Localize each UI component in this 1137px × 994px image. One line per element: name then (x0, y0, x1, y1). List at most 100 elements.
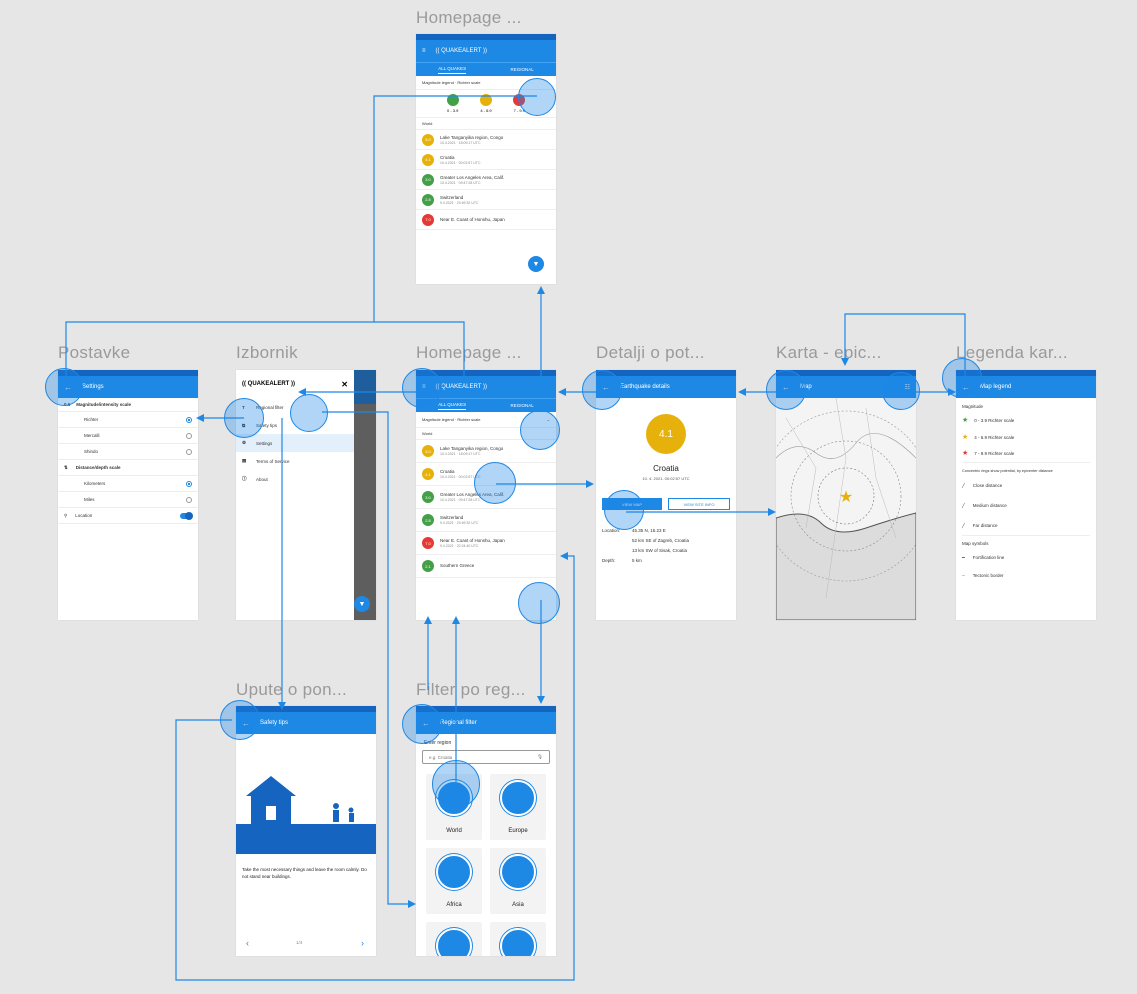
settings-screen: ← Settings 0.6 Magnitude/intensity scale … (58, 370, 198, 620)
quake-time: 9.4.2021 · 23:49:32 UTC (440, 521, 479, 525)
frame-title-karta: Karta - epic... (776, 343, 882, 362)
radio-unchecked[interactable] (186, 496, 192, 503)
house-door (266, 806, 276, 820)
tab-all-quakes[interactable]: ALL QUAKES (438, 402, 467, 410)
close-icon[interactable]: ✕ (341, 380, 348, 389)
radio-unchecked[interactable] (186, 448, 192, 455)
option-label: Richter (84, 417, 99, 422)
option-label: Mercalli (84, 433, 100, 438)
filter-fab[interactable]: ▼ (528, 256, 544, 272)
europe-globe-icon (500, 780, 536, 816)
hotspot-map-legend[interactable] (882, 372, 920, 410)
hotspot-menu-filter[interactable] (290, 394, 328, 432)
next-arrow-icon[interactable]: › (361, 938, 364, 948)
quake-row[interactable]: 4.1 Croatia 10.4.2021 · 00:02:57 UTC (416, 150, 556, 170)
region-tile-more[interactable] (490, 922, 546, 956)
hotspot-settings-back[interactable] (45, 368, 83, 406)
quake-row[interactable]: 5.0 Lake Tanganyika region, Congo 10.4.2… (416, 130, 556, 150)
legend-ring-medium: ╱ Medium distance (962, 496, 1090, 516)
hotspot-region-world[interactable] (432, 760, 480, 808)
menu-icon[interactable]: ≡ (422, 48, 426, 54)
option-kilometers[interactable]: Kilometers (58, 476, 198, 492)
quake-place: Southern Greece (440, 563, 475, 568)
filter-screen: ← Regional filter Enter region e.g. Croa… (416, 706, 556, 956)
depth-label: Depth: (602, 558, 616, 563)
option-miles[interactable]: Miles (58, 492, 198, 508)
hotspot-map-back[interactable] (766, 370, 806, 410)
legend-mag-label: 0 - 3.9 Richter scale (974, 417, 1015, 423)
drawer-header: (( QUAKEALERT )) ✕ (236, 370, 354, 398)
quake-text: Switzerland 9.4.2021 · 23:49:32 UTC (440, 515, 479, 525)
region-tile-africa[interactable]: Africa (426, 848, 482, 914)
safety-screen: ← Safety tips Take the most necessary th… (236, 706, 376, 956)
tab-regional[interactable]: REGIONAL (511, 403, 534, 408)
magnitude-scale-label: Magnitude/intensity scale (76, 402, 132, 407)
magnitude-legend-label: Magnitude legend · Richter scale (422, 417, 481, 422)
region-tile-more[interactable] (426, 922, 482, 956)
hotspot-legend-collapse[interactable] (518, 78, 556, 116)
location-toggle[interactable] (180, 511, 193, 520)
tab-regional[interactable]: REGIONAL (511, 67, 534, 72)
filter-fab: ▼ (354, 596, 370, 612)
hotspot-legend-expand[interactable] (520, 410, 560, 450)
radio-checked[interactable] (186, 480, 192, 487)
quake-row[interactable]: 7.0 Near E. Coast of Honshu, Japan (416, 210, 556, 230)
symbols-heading: Map symbols (962, 541, 989, 546)
option-mercalli[interactable]: Mercalli (58, 428, 198, 444)
hotspot-legend-back[interactable] (942, 358, 982, 398)
legend-sym-1: ━ Fortification line (962, 549, 1090, 567)
hotspot-filter-back[interactable] (402, 704, 442, 744)
quake-row[interactable]: 2.8 Switzerland 9.4.2021 · 23:49:32 UTC (416, 190, 556, 210)
appbar-behind (354, 370, 376, 404)
region-search-input[interactable]: e.g. Croatia 🎙 (422, 750, 550, 764)
hotspot-menu-settings[interactable] (224, 398, 264, 438)
hotspot-quake-croatia[interactable] (474, 462, 516, 504)
menu-item[interactable]: ▤ Terms of Service (236, 452, 354, 470)
frame-title-homepage-top: Homepage ... (416, 8, 522, 27)
location-row[interactable]: ⚲ Location (58, 508, 198, 524)
radio-unchecked[interactable] (186, 432, 192, 439)
view-info-button[interactable]: VIEW SITE INFO (668, 498, 730, 510)
quake-text: Croatia 10.4.2021 · 00:02:57 UTC (440, 155, 480, 165)
hotspot-safety-back[interactable] (220, 700, 260, 740)
terms-icon: ▤ (242, 458, 247, 463)
legend-mag-label: 4 - 6.9 Richter scale (974, 434, 1015, 440)
quake-text: Near E. Coast of Honshu, Japan 9.4.2021 … (440, 538, 505, 548)
radio-checked[interactable] (186, 416, 192, 423)
quake-row[interactable]: 2.1 Southern Greece (416, 555, 556, 578)
menu-item[interactable]: ⚙ Settings (236, 434, 354, 452)
region-tile-europe[interactable]: Europe (490, 774, 546, 840)
quake-row[interactable]: 2.8 Switzerland 9.4.2021 · 23:49:32 UTC (416, 509, 556, 532)
line-icon: ╱ (962, 483, 965, 488)
map-view[interactable]: ★ (776, 398, 916, 620)
menu-item[interactable]: ⓘ About (236, 470, 354, 488)
symbol-label: Fortification line (972, 555, 1005, 560)
hotspot-filter-fab[interactable] (518, 582, 560, 624)
hotspot-open-menu[interactable] (402, 368, 442, 408)
option-richter[interactable]: Richter (58, 412, 198, 428)
prev-arrow-icon[interactable]: ‹ (246, 938, 249, 948)
region-label: World (446, 828, 462, 834)
quake-row[interactable]: 3.0 Greater Los Angeles Area, Calif. 10.… (416, 170, 556, 190)
location-line: 52 km SE of Zagreb, Croatia (632, 538, 690, 543)
map-border (776, 433, 916, 459)
quake-row[interactable]: 7.0 Near E. Coast of Honshu, Japan 9.4.2… (416, 532, 556, 555)
green-dot-icon (446, 94, 459, 106)
region-tile-asia[interactable]: Asia (490, 848, 546, 914)
option-shindo[interactable]: Shindo (58, 444, 198, 460)
scrim-area[interactable] (354, 370, 376, 620)
legend-content: Magnitude ★ 0 - 3.9 Richter scale ★ 4 - 6.… (956, 398, 1096, 589)
ground (236, 824, 376, 854)
magnitude-badge: 7.0 (422, 537, 434, 549)
settings-title: Settings (82, 384, 104, 390)
hotspot-details-back[interactable] (582, 370, 622, 410)
menu-item-label: About (256, 476, 268, 482)
app-logo: (( QUAKEALERT )) (435, 384, 487, 390)
dashed-line-icon: ┄ (962, 573, 965, 578)
line-icon: ╱ (962, 522, 965, 528)
hotspot-view-map[interactable] (604, 490, 644, 530)
details-info: Location: 45.35 N, 16.23 E 52 km SE of Za… (602, 526, 689, 566)
tab-all-quakes[interactable]: ALL QUAKES (438, 66, 467, 74)
mic-icon[interactable]: 🎙 (537, 754, 543, 760)
quake-place: Croatia (440, 154, 455, 160)
